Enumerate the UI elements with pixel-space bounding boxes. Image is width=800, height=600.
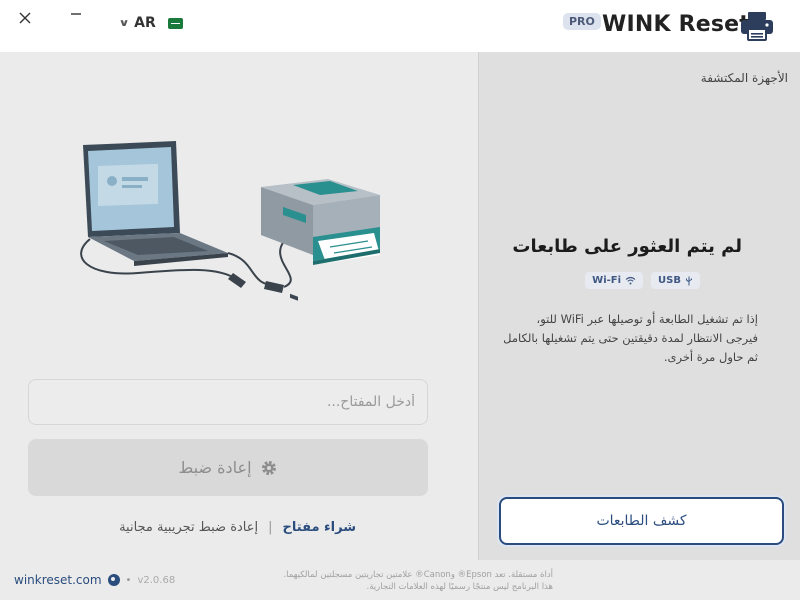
wifi-badge-label: Wi-Fi — [592, 275, 622, 286]
purchase-links: شراء مفتاح | إعادة ضبط تجريبية مجانية — [108, 520, 356, 535]
detected-devices-panel: الأجهزة المكتشفة لم يتم العثور على طابعا… — [478, 52, 800, 560]
laptop-printer-illustration — [80, 141, 380, 301]
version-label: v2.0.68 — [137, 574, 176, 586]
buy-key-link[interactable]: شراء مفتاح — [283, 520, 356, 535]
legal-line-2: هذا البرنامج ليس منتجًا رسميًا لهذه العل… — [366, 582, 553, 592]
bullet: • — [125, 574, 132, 586]
panel-title: الأجهزة المكتشفة — [700, 71, 788, 85]
wifi-icon — [625, 276, 636, 285]
gear-icon — [261, 460, 276, 475]
legal-notice: أداة مستقلة. تعد Epson® وCanon® علامتين … — [225, 569, 553, 593]
wifi-badge: Wi-Fi — [585, 272, 644, 289]
website-link[interactable]: winkreset.com • v2.0.68 — [14, 573, 175, 587]
key-input[interactable] — [28, 379, 428, 425]
globe-icon — [107, 574, 120, 586]
minimize-icon[interactable] — [64, 8, 88, 28]
chevron-down-icon: ∨ — [118, 17, 130, 29]
reset-button[interactable]: إعادة ضبط — [28, 439, 428, 496]
language-selector[interactable]: ∨ AR — [118, 15, 183, 31]
empty-state-title: لم يتم العثور على طابعات — [512, 236, 742, 257]
usb-badge-label: USB — [658, 275, 681, 286]
legal-line-1: أداة مستقلة. تعد Epson® وCanon® علامتين … — [283, 570, 553, 580]
reset-button-label: إعادة ضبط — [178, 458, 252, 477]
main-area: إعادة ضبط شراء مفتاح | إعادة ضبط تجريبية… — [0, 52, 478, 560]
scan-printers-button[interactable]: كشف الطابعات — [499, 497, 784, 545]
pro-badge: PRO — [563, 13, 601, 30]
footer: winkreset.com • v2.0.68 أداة مستقلة. تعد… — [0, 560, 800, 600]
printer-logo-icon — [741, 12, 773, 41]
flag-icon — [167, 17, 183, 29]
connection-badges: Wi-Fi USB — [585, 272, 700, 289]
usb-badge: USB — [651, 272, 700, 289]
usb-icon — [686, 276, 692, 285]
close-icon[interactable] — [13, 8, 37, 28]
title-bar: ∨ AR PRO WINK Reset — [0, 0, 800, 52]
link-separator: | — [268, 520, 273, 535]
website-label: winkreset.com — [14, 573, 102, 587]
empty-state-description: إذا تم تشغيل الطابعة أو توصيلها عبر WiFi… — [503, 312, 758, 364]
app-title: WINK Reset — [602, 12, 750, 37]
free-trial-link[interactable]: إعادة ضبط تجريبية مجانية — [119, 520, 258, 535]
language-code: AR — [134, 15, 156, 31]
